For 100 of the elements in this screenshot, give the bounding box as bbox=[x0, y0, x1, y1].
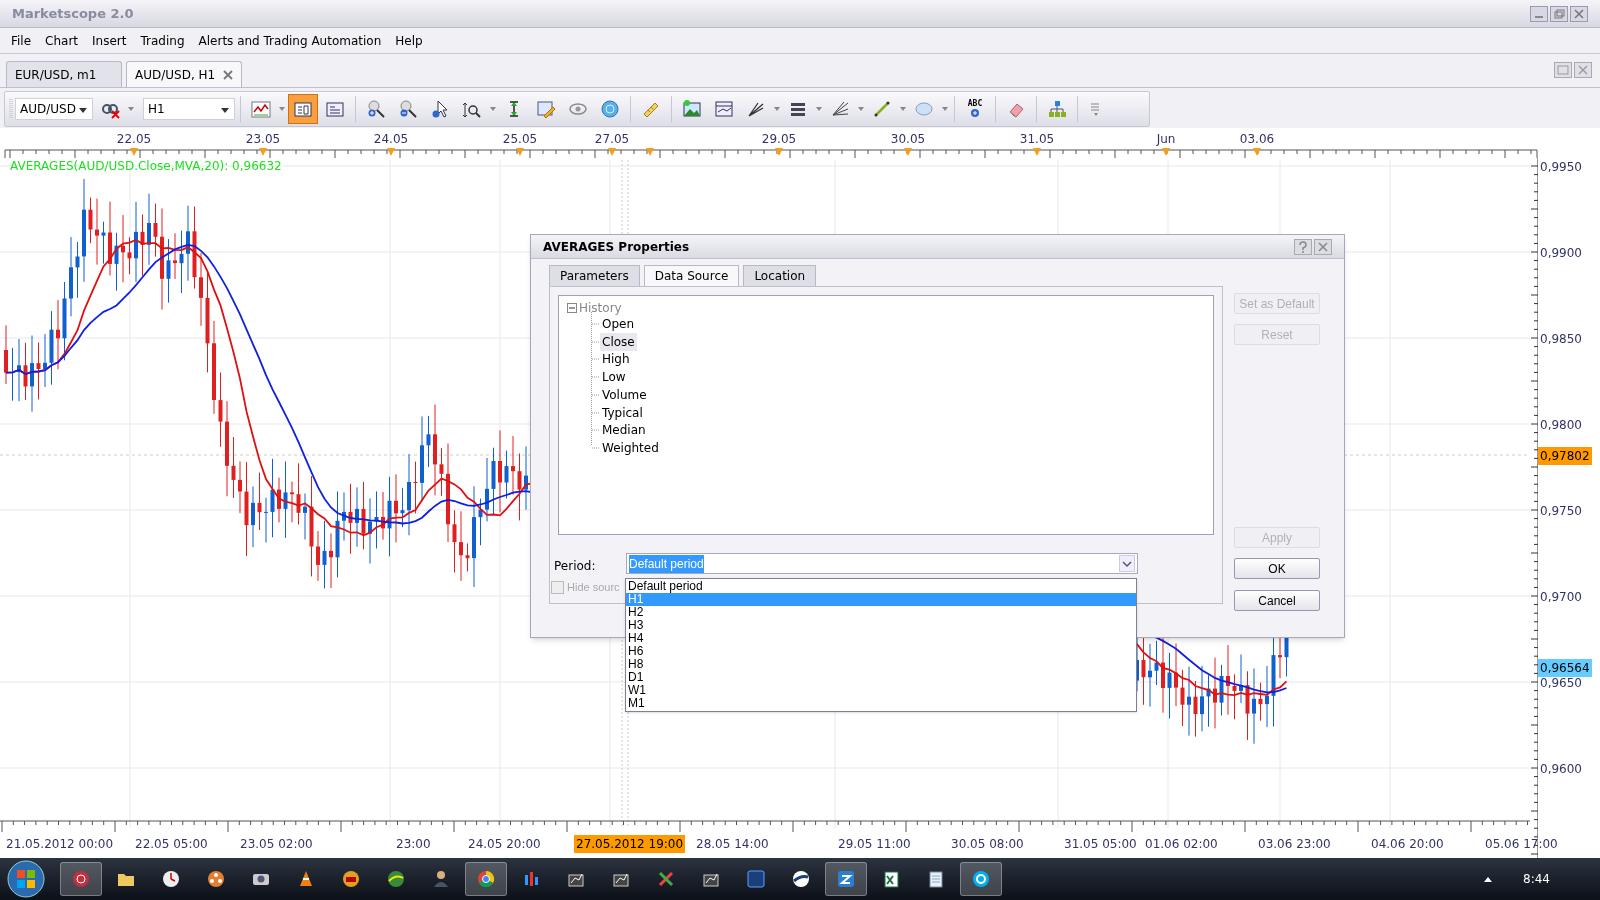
minimize-icon[interactable] bbox=[1530, 5, 1548, 22]
spreadsheet-icon[interactable] bbox=[881, 869, 901, 889]
time-label: 29.05 11:00 bbox=[837, 836, 912, 853]
tree-item[interactable]: Median bbox=[600, 421, 648, 440]
time-label: 27.05.2012 19:00 bbox=[574, 835, 686, 853]
chart-tab[interactable]: EUR/USD, m1 bbox=[6, 61, 122, 87]
tree-item[interactable]: Weighted bbox=[600, 438, 661, 457]
price-label: 0,9850 bbox=[1540, 331, 1582, 348]
dropdown-option[interactable]: Default period bbox=[626, 580, 1136, 593]
tray-arrow-icon[interactable] bbox=[1483, 875, 1494, 883]
price-label: 0,9650 bbox=[1540, 675, 1582, 692]
window-title: Marketscope 2.0 bbox=[12, 4, 134, 23]
tree-item[interactable]: Open bbox=[600, 315, 637, 333]
chart-tab[interactable]: AUD/USD, H1 bbox=[126, 61, 242, 87]
price-label: 0,9900 bbox=[1540, 245, 1582, 262]
time-label: 22.05 05:00 bbox=[134, 836, 209, 853]
dialog-tab[interactable]: Location bbox=[743, 265, 817, 286]
time-label: 23:00 bbox=[395, 836, 432, 853]
date-label: 31.05 bbox=[1019, 131, 1055, 148]
date-label: 22.05 bbox=[116, 131, 152, 148]
sphere-icon[interactable] bbox=[791, 869, 811, 889]
date-label: 27.05 bbox=[594, 131, 630, 148]
dropdown-option[interactable]: H3 bbox=[626, 619, 1136, 632]
close-icon[interactable] bbox=[1314, 238, 1332, 255]
close-icon[interactable] bbox=[1570, 5, 1588, 22]
tree-item[interactable]: History bbox=[579, 299, 622, 317]
price-label: 0,9750 bbox=[1540, 503, 1582, 520]
dialog-button[interactable]: Cancel bbox=[1234, 590, 1320, 611]
dialog-button[interactable]: OK bbox=[1234, 558, 1320, 579]
time-label: 01.06 02:00 bbox=[1144, 836, 1219, 853]
dialog-tab[interactable]: Data Source bbox=[643, 265, 740, 286]
combo-box[interactable]: AUD/USD bbox=[15, 98, 93, 120]
collapse-icon[interactable] bbox=[567, 303, 577, 313]
caret-icon[interactable] bbox=[1119, 555, 1135, 572]
circle-icon[interactable] bbox=[71, 869, 91, 889]
taskbar-button[interactable] bbox=[825, 862, 867, 896]
menu-item[interactable]: Insert bbox=[85, 31, 134, 50]
tree-item[interactable]: Low bbox=[600, 368, 628, 387]
person-icon[interactable] bbox=[431, 869, 451, 889]
date-label: 24.05 bbox=[373, 131, 409, 148]
time-label: 04.06 20:00 bbox=[1370, 836, 1445, 853]
dropdown-option[interactable]: W1 bbox=[626, 684, 1136, 697]
date-label: 03.06 bbox=[1239, 131, 1275, 148]
indicator-label: AVERAGES(AUD/USD.Close,MVA,20): 0,96632 bbox=[10, 158, 282, 175]
time-label: 05.06 17:00 bbox=[1484, 836, 1559, 853]
dropdown-option[interactable]: D1 bbox=[626, 671, 1136, 684]
date-label: 29.05 bbox=[761, 131, 797, 148]
text-tool-button[interactable]: ABC bbox=[960, 95, 990, 123]
sync-icon[interactable] bbox=[836, 869, 856, 889]
tree-item[interactable]: Close bbox=[600, 332, 637, 351]
dropdown-option[interactable]: H6 bbox=[626, 645, 1136, 658]
time-label: 28.05 14:00 bbox=[695, 836, 770, 853]
date-label: 23.05 bbox=[245, 131, 281, 148]
help-icon[interactable] bbox=[1294, 238, 1312, 255]
dropdown-option[interactable]: H4 bbox=[626, 632, 1136, 645]
date-label: 30.05 bbox=[890, 131, 926, 148]
price-label: 0,9800 bbox=[1540, 417, 1582, 434]
badge-icon[interactable] bbox=[341, 869, 361, 889]
time-label: 24.05 20:00 bbox=[467, 836, 542, 853]
checkbox-label: Hide sourc bbox=[567, 580, 620, 595]
browser-icon[interactable] bbox=[476, 869, 496, 889]
dropdown-option[interactable]: H8 bbox=[626, 658, 1136, 671]
dropdown-option[interactable]: M1 bbox=[626, 697, 1136, 710]
clock-icon[interactable] bbox=[161, 869, 181, 889]
taskbar-button[interactable] bbox=[960, 862, 1002, 896]
field-label: Period: bbox=[554, 558, 596, 575]
time-label: 03.06 23:00 bbox=[1257, 836, 1332, 853]
menu-item[interactable]: Chart bbox=[38, 31, 86, 50]
tree-item[interactable]: Volume bbox=[600, 385, 649, 404]
chat-icon[interactable] bbox=[971, 869, 991, 889]
date-label: 25.05 bbox=[502, 131, 538, 148]
reel-icon[interactable] bbox=[206, 869, 226, 889]
menu-item[interactable]: Help bbox=[388, 31, 430, 50]
menu-item[interactable]: File bbox=[4, 31, 39, 50]
price-marker: 0,96564 bbox=[1538, 659, 1592, 677]
tools-icon[interactable] bbox=[656, 869, 676, 889]
taskbar-button[interactable] bbox=[465, 862, 507, 896]
dialog-title: AVERAGES Properties bbox=[543, 238, 690, 256]
time-label: 31.05 05:00 bbox=[1063, 836, 1138, 853]
price-marker: 0,97802 bbox=[1538, 447, 1592, 465]
globe-icon[interactable] bbox=[386, 869, 406, 889]
plus-icon bbox=[970, 108, 980, 118]
close-icon[interactable] bbox=[223, 69, 233, 80]
combo-box[interactable]: H1 bbox=[143, 98, 235, 120]
tree-item[interactable]: High bbox=[600, 350, 632, 369]
clock: 8:44 bbox=[1523, 871, 1550, 888]
menu-item[interactable]: Trading bbox=[133, 31, 192, 50]
dialog-tab[interactable]: Parameters bbox=[549, 265, 640, 286]
dropdown-option[interactable]: H2 bbox=[626, 606, 1136, 619]
start-button-icon[interactable] bbox=[6, 859, 46, 899]
price-label: 0,9700 bbox=[1540, 589, 1582, 606]
menu-item[interactable]: Alerts and Trading Automation bbox=[191, 31, 389, 50]
price-label: 0,9600 bbox=[1540, 761, 1582, 778]
date-label: Jun bbox=[1156, 131, 1176, 148]
price-label: 0,9950 bbox=[1540, 159, 1582, 176]
square-icon[interactable] bbox=[746, 869, 766, 889]
restore-icon[interactable] bbox=[1550, 5, 1568, 22]
time-label: 30.05 08:00 bbox=[950, 836, 1025, 853]
notepad-icon[interactable] bbox=[926, 869, 946, 889]
tree-item[interactable]: Typical bbox=[600, 403, 645, 422]
